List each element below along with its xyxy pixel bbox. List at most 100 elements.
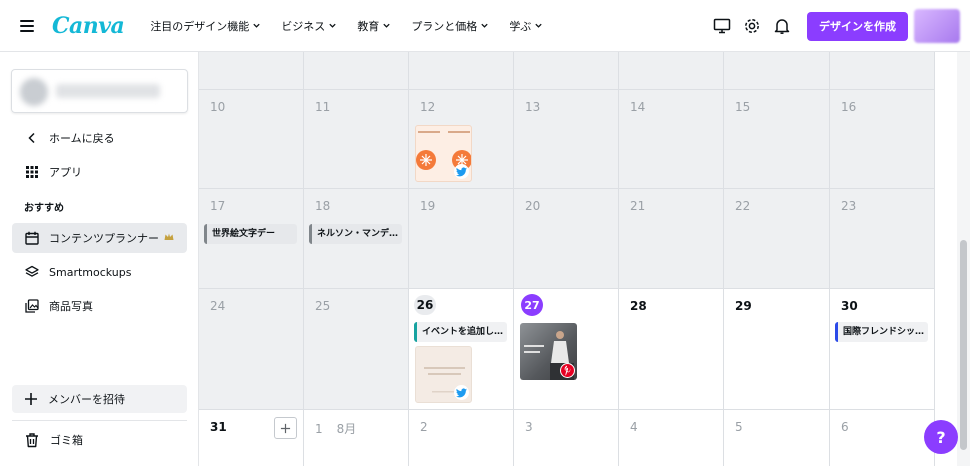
calendar-event[interactable]: イベントを追加し… bbox=[414, 322, 507, 342]
calendar-day[interactable]: 18 ネルソン・マンデ… bbox=[304, 189, 409, 289]
back-home-label: ホームに戻る bbox=[49, 132, 115, 145]
trash-label: ゴミ箱 bbox=[50, 434, 83, 447]
calendar-day[interactable]: 10 bbox=[199, 90, 304, 189]
calendar-day[interactable]: 20 bbox=[514, 189, 619, 289]
sidebar-item-apps[interactable]: アプリ bbox=[12, 157, 187, 187]
scrollbar-thumb[interactable] bbox=[960, 240, 967, 450]
calendar-day[interactable]: 17 世界絵文字デー bbox=[199, 189, 304, 289]
scheduled-design-thumbnail[interactable] bbox=[520, 323, 577, 380]
calendar-day[interactable]: 21 bbox=[619, 189, 724, 289]
calendar-day[interactable]: 31 bbox=[199, 410, 304, 466]
calendar-day[interactable]: 3 bbox=[514, 410, 619, 466]
invite-members-button[interactable]: メンバーを招待 bbox=[12, 385, 187, 413]
menu-icon[interactable] bbox=[20, 19, 34, 32]
day-number: 6 bbox=[841, 420, 849, 434]
chevron-left-icon bbox=[24, 130, 40, 146]
calendar-day[interactable]: 1 8月 bbox=[304, 410, 409, 466]
calendar-day[interactable]: 26 イベントを追加し… bbox=[409, 289, 514, 410]
day-number: 21 bbox=[630, 199, 646, 213]
layers-icon bbox=[24, 264, 40, 280]
canva-logo[interactable]: Canva bbox=[52, 13, 125, 39]
calendar-day[interactable]: 23 bbox=[830, 189, 935, 289]
desktop-icon[interactable] bbox=[711, 15, 733, 37]
calendar-day[interactable]: 12 bbox=[409, 90, 514, 189]
calendar-day[interactable]: 14 bbox=[619, 90, 724, 189]
calendar-day[interactable]: 2 bbox=[409, 410, 514, 466]
calendar-event[interactable]: ネルソン・マンデ… bbox=[309, 224, 402, 244]
gear-icon[interactable] bbox=[741, 15, 763, 37]
day-number: 5 bbox=[735, 420, 743, 434]
back-home-link[interactable]: ホームに戻る bbox=[12, 123, 187, 153]
sidebar: ホームに戻る アプリ おすすめ コンテンツプランナー Smartmockups … bbox=[0, 52, 199, 466]
calendar-day[interactable]: 29 bbox=[724, 289, 830, 410]
avatar[interactable] bbox=[914, 9, 960, 43]
day-number: 14 bbox=[630, 100, 646, 114]
calendar-day[interactable]: 11 bbox=[304, 90, 409, 189]
team-name-blurred bbox=[56, 84, 160, 98]
help-button[interactable]: ? bbox=[924, 420, 958, 454]
crown-icon bbox=[164, 233, 174, 240]
sidebar-item-product-photos[interactable]: 商品写真 bbox=[12, 291, 187, 321]
calendar-day[interactable] bbox=[304, 52, 409, 90]
nav-pricing[interactable]: プランと価格 bbox=[411, 18, 489, 34]
scheduled-design-thumbnail[interactable] bbox=[415, 125, 472, 182]
calendar-day[interactable] bbox=[409, 52, 514, 90]
calendar-day[interactable]: 22 bbox=[724, 189, 830, 289]
create-design-button[interactable]: デザインを作成 bbox=[807, 11, 908, 41]
nav-education[interactable]: 教育 bbox=[357, 18, 391, 34]
calendar-day[interactable] bbox=[830, 52, 935, 90]
nav-learn[interactable]: 学ぶ bbox=[509, 18, 543, 34]
calendar-day[interactable]: 25 bbox=[304, 289, 409, 410]
month-label: 8月 bbox=[336, 422, 357, 436]
day-number: 18 bbox=[315, 199, 331, 213]
calendar-day[interactable] bbox=[619, 52, 724, 90]
calendar-day[interactable] bbox=[514, 52, 619, 90]
calendar-day[interactable] bbox=[199, 52, 304, 90]
calendar-day[interactable]: 15 bbox=[724, 90, 830, 189]
day-number: 10 bbox=[210, 100, 226, 114]
calendar-day[interactable]: 5 bbox=[724, 410, 830, 466]
divider bbox=[12, 420, 187, 421]
day-number: 17 bbox=[210, 199, 226, 213]
scheduled-design-thumbnail[interactable] bbox=[415, 346, 472, 403]
nav-business[interactable]: ビジネス bbox=[281, 18, 337, 34]
calendar-day[interactable]: 4 bbox=[619, 410, 724, 466]
calendar-day[interactable]: 27 bbox=[514, 289, 619, 410]
calendar-day[interactable]: 16 bbox=[830, 90, 935, 189]
sidebar-item-content-planner[interactable]: コンテンツプランナー bbox=[12, 223, 187, 253]
nav-featured[interactable]: 注目のデザイン機能 bbox=[150, 18, 261, 34]
day-number: 20 bbox=[525, 199, 541, 213]
calendar-day[interactable]: 13 bbox=[514, 90, 619, 189]
calendar-week: 24 25 26 イベントを追加し… 27 28 29 30 国際フレンドシッ… bbox=[199, 289, 935, 410]
images-icon bbox=[24, 298, 40, 314]
day-number: 30 bbox=[841, 299, 858, 313]
calendar-day[interactable]: 6 bbox=[830, 410, 935, 466]
calendar-icon bbox=[24, 230, 40, 246]
day-number: 4 bbox=[630, 420, 638, 434]
sidebar-item-label: アプリ bbox=[49, 166, 82, 179]
sidebar-item-label: Smartmockups bbox=[49, 265, 132, 279]
trash-link[interactable]: ゴミ箱 bbox=[12, 426, 187, 454]
day-number: 19 bbox=[420, 199, 436, 213]
calendar-day[interactable]: 24 bbox=[199, 289, 304, 410]
chevron-down-icon bbox=[329, 23, 336, 28]
calendar-day[interactable]: 28 bbox=[619, 289, 724, 410]
team-switcher[interactable] bbox=[11, 69, 188, 113]
day-number: 3 bbox=[525, 420, 533, 434]
add-content-button[interactable] bbox=[274, 417, 297, 439]
calendar-day[interactable]: 19 bbox=[409, 189, 514, 289]
calendar-week: 31 1 8月 2 3 4 5 6 bbox=[199, 410, 935, 466]
calendar-day[interactable] bbox=[724, 52, 830, 90]
content-calendar: 10 11 12 13 14 15 16 17 世界絵文字デー 18 ネルソン・… bbox=[199, 52, 935, 466]
bell-icon[interactable] bbox=[771, 15, 793, 37]
chevron-down-icon bbox=[535, 23, 542, 28]
calendar-week-partial bbox=[199, 52, 935, 90]
day-number: 23 bbox=[841, 199, 857, 213]
calendar-event[interactable]: 世界絵文字デー bbox=[204, 224, 297, 244]
sidebar-item-smartmockups[interactable]: Smartmockups bbox=[12, 257, 187, 287]
calendar-event[interactable]: 国際フレンドシッ… bbox=[835, 322, 928, 342]
calendar-day[interactable]: 30 国際フレンドシッ… bbox=[830, 289, 935, 410]
pinterest-icon bbox=[560, 363, 575, 378]
plus-icon bbox=[280, 423, 291, 433]
scrollbar[interactable] bbox=[957, 52, 970, 466]
